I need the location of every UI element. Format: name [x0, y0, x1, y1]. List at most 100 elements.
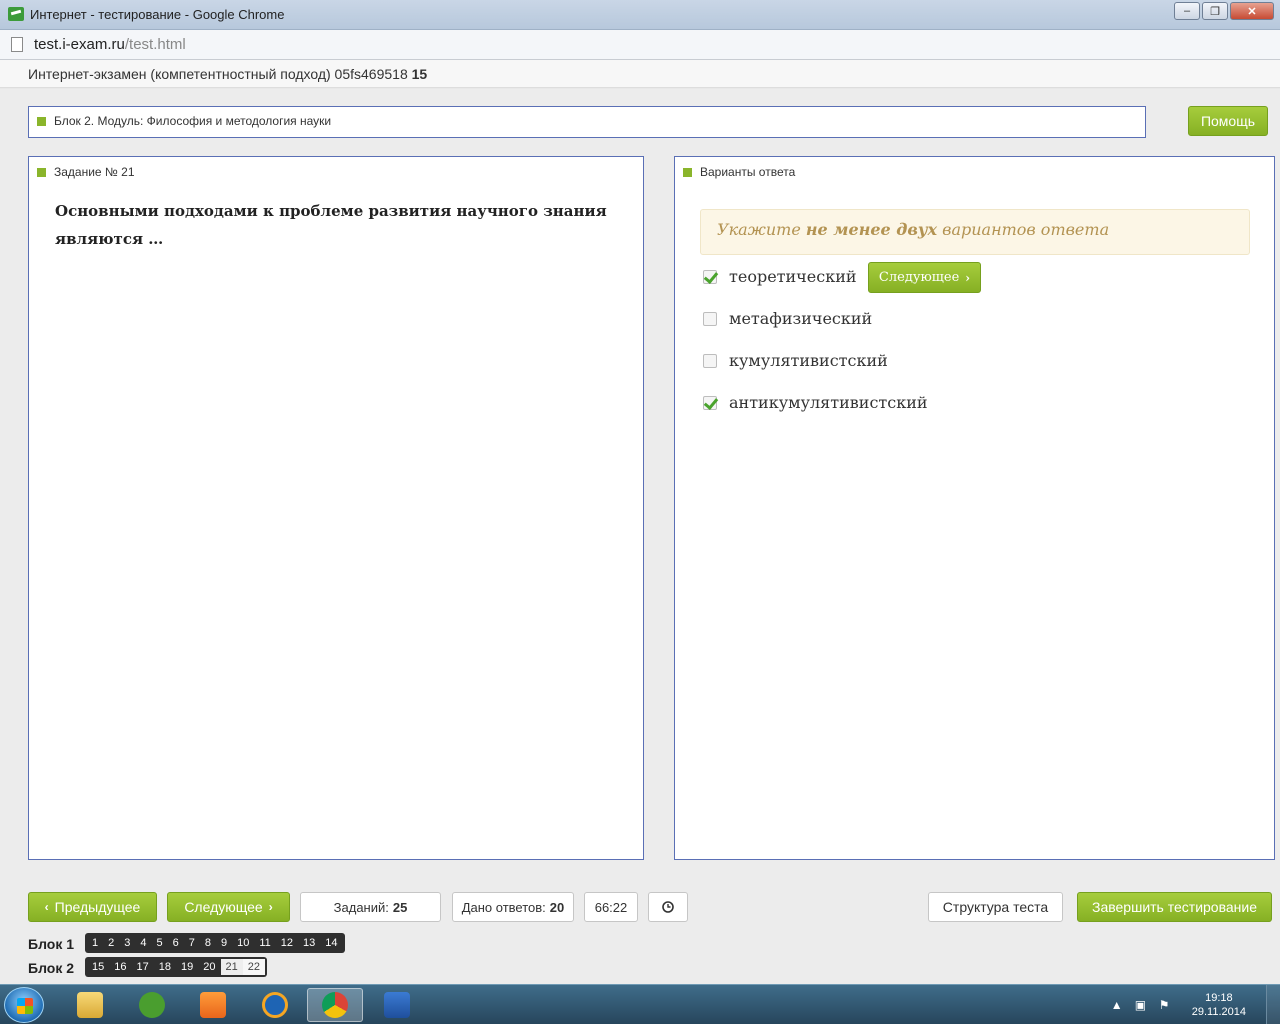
window-titlebar: Интернет - тестирование - Google Chrome … — [0, 0, 1280, 30]
windows-logo-icon — [17, 998, 33, 1014]
answers-panel: Варианты ответа Укажите не менее двух ва… — [674, 156, 1275, 860]
chevron-left-icon: ‹ — [44, 900, 49, 914]
checkbox-checked-icon[interactable] — [703, 269, 717, 284]
option-label: метафизический — [729, 309, 873, 328]
taskbar-clock[interactable]: 19:18 29.11.2014 — [1192, 991, 1246, 1019]
question-link[interactable]: 6 — [168, 935, 184, 951]
taskbar-word[interactable] — [369, 988, 425, 1022]
taskbar-explorer[interactable] — [62, 988, 118, 1022]
word-icon — [384, 992, 410, 1018]
hint-prefix: Укажите — [717, 220, 801, 239]
exam-number: 15 — [411, 66, 428, 82]
answered-count-value: 20 — [549, 899, 565, 915]
exam-header: Интернет-экзамен (компетентностный подхо… — [0, 60, 1280, 88]
url-text[interactable]: test.i-exam.ru/test.html — [34, 36, 186, 53]
next-inline-label: Следующее — [878, 270, 960, 285]
page-icon — [11, 37, 23, 52]
answer-hint: Укажите не менее двух вариантов ответа — [700, 209, 1250, 255]
windows-taskbar: ▲ ▣ ⚑ 19:18 29.11.2014 — [0, 984, 1280, 1024]
question-link[interactable]: 13 — [298, 935, 320, 951]
taskbar-media-player[interactable] — [185, 988, 241, 1022]
chrome-icon — [322, 992, 348, 1018]
test-structure-button[interactable]: Структура теста — [928, 892, 1063, 922]
next-inline-button[interactable]: Следующее › — [868, 262, 981, 293]
option-label: антикумулятивистский — [729, 393, 928, 412]
window-controls: – ❐ ✕ — [1174, 2, 1274, 20]
prev-label: Предыдущее — [54, 899, 141, 915]
answer-option[interactable]: антикумулятивистский — [703, 393, 928, 412]
next-button[interactable]: Следующее › — [167, 892, 290, 922]
task-square-icon — [37, 167, 46, 177]
question-link[interactable]: 19 — [176, 959, 198, 975]
option-label: кумулятивистский — [729, 351, 888, 370]
question-link[interactable]: 1 — [87, 935, 103, 951]
question-link[interactable]: 17 — [132, 959, 154, 975]
answer-option[interactable]: теоретический — [703, 267, 857, 286]
mail-agent-icon — [262, 992, 288, 1018]
url-host: test.i-exam.ru — [34, 36, 125, 53]
question-link[interactable]: 18 — [154, 959, 176, 975]
answers-heading-label: Варианты ответа — [700, 165, 796, 179]
question-link[interactable]: 14 — [320, 935, 342, 951]
flag-icon[interactable]: ⚑ — [1159, 998, 1173, 1012]
checkbox-unchecked-icon[interactable] — [703, 353, 717, 368]
restore-button[interactable]: ❐ — [1202, 2, 1228, 20]
folder-icon — [77, 992, 103, 1018]
question-link-unanswered[interactable]: 22 — [242, 959, 265, 975]
question-link[interactable]: 7 — [184, 935, 200, 951]
timer-toggle-button[interactable] — [648, 892, 688, 922]
task-heading: Задание № 21 — [37, 165, 135, 179]
block-2-items: 15 16 17 18 19 20 21 22 — [85, 957, 267, 977]
taskbar-mail-agent[interactable] — [247, 988, 303, 1022]
prev-button[interactable]: ‹ Предыдущее — [28, 892, 157, 922]
question-link[interactable]: 3 — [119, 935, 135, 951]
question-link[interactable]: 20 — [198, 959, 220, 975]
question-link[interactable]: 2 — [103, 935, 119, 951]
site-favicon-icon — [8, 7, 24, 21]
checkbox-unchecked-icon[interactable] — [703, 311, 717, 326]
question-link[interactable]: 9 — [216, 935, 232, 951]
utorrent-icon — [139, 992, 165, 1018]
task-panel: Задание № 21 Основными подходами к пробл… — [28, 156, 644, 860]
question-link[interactable]: 12 — [276, 935, 298, 951]
system-tray: ▲ ▣ ⚑ 19:18 29.11.2014 — [1106, 985, 1280, 1024]
question-link[interactable]: 5 — [152, 935, 168, 951]
question-link[interactable]: 10 — [232, 935, 254, 951]
checkbox-checked-icon[interactable] — [703, 395, 717, 410]
question-link[interactable]: 4 — [135, 935, 151, 951]
question-link[interactable]: 15 — [87, 959, 109, 975]
clock-date: 29.11.2014 — [1191, 1006, 1246, 1018]
timer-box: 66:22 — [584, 892, 638, 922]
network-icon[interactable]: ▣ — [1135, 998, 1149, 1012]
module-panel: Блок 2. Модуль: Философия и методология … — [28, 106, 1146, 138]
help-button[interactable]: Помощь — [1188, 106, 1268, 136]
show-desktop-button[interactable] — [1266, 985, 1280, 1024]
answer-option[interactable]: кумулятивистский — [703, 351, 888, 370]
answered-count-label: Дано ответов: — [461, 899, 546, 915]
finish-test-button[interactable]: Завершить тестирование — [1077, 892, 1272, 922]
address-bar[interactable]: test.i-exam.ru/test.html — [0, 30, 1280, 60]
answer-option[interactable]: метафизический — [703, 309, 872, 328]
minimize-button[interactable]: – — [1174, 2, 1200, 20]
answers-heading: Варианты ответа — [683, 165, 795, 179]
question-link-current[interactable]: 21 — [220, 959, 243, 975]
module-label: Блок 2. Модуль: Философия и методология … — [54, 114, 332, 128]
question-link[interactable]: 16 — [109, 959, 131, 975]
clock-icon — [662, 901, 674, 913]
exam-title: Интернет-экзамен (компетентностный подхо… — [28, 66, 408, 82]
start-button[interactable] — [4, 987, 44, 1023]
taskbar-chrome[interactable] — [307, 988, 363, 1022]
chevron-right-icon: › — [965, 270, 971, 285]
media-player-icon — [200, 992, 226, 1018]
module-square-icon — [37, 116, 46, 126]
tray-expand-icon[interactable]: ▲ — [1111, 998, 1125, 1012]
window-title: Интернет - тестирование - Google Chrome — [30, 7, 285, 22]
question-text: Основными подходами к проблеме развития … — [55, 202, 607, 248]
url-path: /test.html — [124, 36, 186, 53]
question-link[interactable]: 8 — [200, 935, 216, 951]
question-link[interactable]: 11 — [254, 935, 275, 951]
taskbar-utorrent[interactable] — [124, 988, 180, 1022]
block-2-label: Блок 2 — [28, 960, 75, 976]
block-1-items: 1 2 3 4 5 6 7 8 9 10 11 12 13 14 — [85, 933, 345, 953]
close-button[interactable]: ✕ — [1230, 2, 1274, 20]
